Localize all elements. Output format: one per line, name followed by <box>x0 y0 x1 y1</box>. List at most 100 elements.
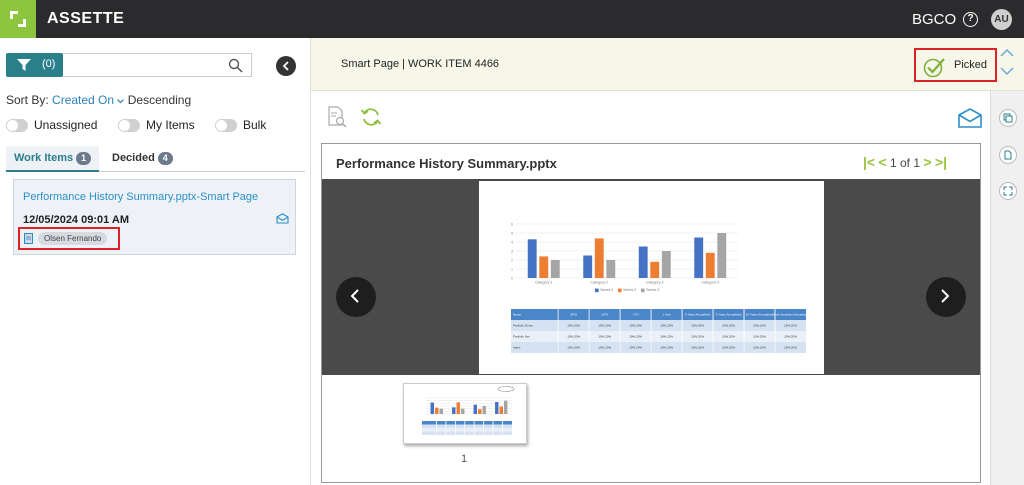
toggle-bulk[interactable]: Bulk <box>215 118 266 133</box>
y-tick-label: 3 <box>511 250 513 254</box>
status-picked[interactable]: Picked <box>914 48 997 82</box>
table-cell: 10%.20% <box>660 335 673 339</box>
tab-label: Decided <box>112 152 155 164</box>
first-page-button[interactable]: |< <box>863 154 875 170</box>
sort-prefix: Sort By: <box>6 93 49 107</box>
sort-field-dropdown[interactable]: Created On <box>52 93 125 107</box>
toggle-unassigned[interactable]: Unassigned <box>6 118 97 133</box>
bar <box>439 408 443 414</box>
table-cell: 10%.20% <box>567 324 580 328</box>
document-title: Performance History Summary.pptx <box>336 156 557 171</box>
copy-icon <box>1003 113 1013 123</box>
chevron-right-icon <box>941 289 950 303</box>
last-page-button[interactable]: >| <box>935 154 947 170</box>
table-header-cell: Since Inception Annualized <box>772 313 808 317</box>
refresh-icon[interactable] <box>360 106 382 128</box>
envelope-open-icon[interactable] <box>276 213 289 224</box>
slide-stage: 0 1 2 3 4 5 6 Category 1 Category 2 Category 3 Cat… <box>322 179 980 375</box>
pager: |< < 1 of 1 > >| <box>863 154 947 170</box>
thumb-badge <box>497 386 515 392</box>
logo-icon <box>10 11 26 27</box>
page-total: 1 <box>913 156 921 170</box>
chevron-left-icon <box>282 61 289 71</box>
y-tick-label: 2 <box>511 259 513 263</box>
bar <box>473 404 477 414</box>
rail-expand-button[interactable] <box>999 182 1017 200</box>
slide-thumbnail[interactable] <box>403 383 527 444</box>
table-cell: 10%.20% <box>629 346 642 350</box>
rail-comments-button[interactable] <box>999 109 1017 127</box>
bar <box>638 246 648 278</box>
bar <box>550 260 560 278</box>
legend-swatch <box>641 288 645 293</box>
chevron-up-down-icon[interactable] <box>1000 48 1014 76</box>
legend-label: Series 1 <box>600 288 613 292</box>
work-item-number: 4466 <box>474 58 500 70</box>
next-slide-button[interactable] <box>926 277 966 317</box>
x-tick-label: Category 4 <box>701 281 719 285</box>
bar <box>661 251 671 278</box>
table-cell: 10%.20% <box>722 324 735 328</box>
search-icon[interactable] <box>228 58 243 73</box>
table-cell: 10%.20% <box>784 346 797 350</box>
page-of: of <box>900 156 911 170</box>
next-page-button[interactable]: > <box>923 154 931 170</box>
thumbnail-number: 1 <box>461 453 468 465</box>
filter-button[interactable]: (0) <box>6 53 63 77</box>
tab-work-items[interactable]: Work Items 1 <box>6 146 100 172</box>
x-tick-label: Category 3 <box>646 281 664 285</box>
bar <box>694 237 704 278</box>
y-tick-label: 4 <box>511 241 513 245</box>
app-title: ASSETTE <box>47 10 125 27</box>
tab-decided[interactable]: Decided 4 <box>104 146 181 172</box>
document-search-icon[interactable] <box>326 106 348 128</box>
table-header-cell: Name <box>513 313 521 317</box>
rail-document-button[interactable] <box>999 146 1017 164</box>
org-name[interactable]: BGCO <box>912 11 956 28</box>
toggle-switch[interactable] <box>6 119 28 133</box>
bar <box>452 407 456 414</box>
help-icon[interactable]: ? <box>963 12 978 27</box>
bar <box>527 239 537 278</box>
work-item-label: WORK ITEM <box>407 58 472 70</box>
page-current: 1 <box>889 156 897 170</box>
toggle-switch[interactable] <box>118 119 140 133</box>
app-logo[interactable] <box>0 0 36 38</box>
bar <box>482 406 486 414</box>
table-cell: 10%.20% <box>784 324 797 328</box>
breadcrumb: Smart Page | WORK ITEM 4466 <box>341 58 499 70</box>
table-header <box>422 421 512 425</box>
status-label: Picked <box>954 59 988 71</box>
check-circle-icon <box>923 58 945 78</box>
chevron-left-icon <box>350 289 359 303</box>
table-row <box>422 428 512 432</box>
bar <box>594 238 604 278</box>
toggle-switch[interactable] <box>215 119 237 133</box>
left-panel: (0) Sort By: Created On Descending Unass… <box>0 38 311 485</box>
prev-page-button[interactable]: < <box>878 154 886 170</box>
table-header-cell: MTD <box>570 313 577 317</box>
slide-preview: 0 1 2 3 4 5 6 Category 1 Category 2 Category 3 Cat… <box>479 181 824 374</box>
table-row <box>422 431 512 435</box>
sort-order[interactable]: Descending <box>128 93 191 107</box>
table-header-cell: 3 Years Annualized <box>685 313 711 317</box>
document-icon <box>24 233 33 244</box>
prev-slide-button[interactable] <box>336 277 376 317</box>
table-cell: 10%.20% <box>598 346 611 350</box>
avatar[interactable]: AU <box>991 9 1012 30</box>
toggle-label: My Items <box>146 118 195 132</box>
collapse-panel-button[interactable] <box>276 56 296 76</box>
bar <box>435 407 439 414</box>
document-icon <box>1004 150 1012 160</box>
work-item-title[interactable]: Performance History Summary.pptx-Smart P… <box>23 191 258 203</box>
toggle-my-items[interactable]: My Items <box>118 118 195 133</box>
expand-icon <box>1003 186 1013 196</box>
y-tick-label: 5 <box>511 232 513 236</box>
bar <box>456 402 460 414</box>
work-item-card[interactable]: Performance History Summary.pptx-Smart P… <box>13 179 296 255</box>
table-cell: 10%.20% <box>784 335 797 339</box>
bar <box>499 406 503 414</box>
table-cell: 10%.20% <box>753 346 766 350</box>
envelope-open-icon[interactable] <box>958 108 982 128</box>
search-input[interactable] <box>63 53 252 77</box>
